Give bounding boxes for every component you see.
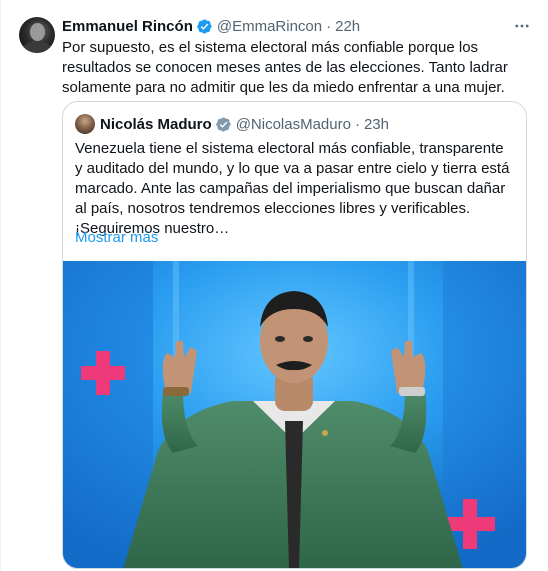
show-more-link[interactable]: Mostrar más	[75, 229, 158, 246]
author-name[interactable]: Emmanuel Rincón	[62, 18, 193, 35]
tweet[interactable]: Emmanuel Rincón @EmmaRincon · 22h Por su…	[0, 0, 548, 571]
tweet-time[interactable]: 22h	[335, 18, 360, 35]
more-options-icon[interactable]	[512, 16, 532, 36]
author-handle[interactable]: @EmmaRincon	[217, 18, 322, 35]
quoted-author-name: Nicolás Maduro	[100, 115, 212, 133]
quoted-tweet-time: 23h	[363, 115, 389, 133]
quoted-tweet-header: Nicolás Maduro @NicolasMaduro · 23h	[75, 114, 389, 134]
avatar-face	[30, 23, 45, 41]
verified-badge-icon	[197, 18, 212, 34]
quoted-author-avatar	[75, 114, 95, 134]
avatar-shoulder	[23, 41, 51, 53]
verified-badge-icon	[215, 116, 231, 132]
tweet-text: Por supuesto, es el sistema electoral má…	[62, 39, 508, 96]
more-dots-icon	[515, 24, 529, 28]
separator-dot: ·	[326, 17, 332, 35]
quoted-tweet-card[interactable]: Nicolás Maduro @NicolasMaduro · 23h Vene…	[62, 101, 527, 569]
quoted-tweet-image[interactable]	[63, 261, 526, 568]
quoted-tweet-text: Venezuela tiene el sistema electoral más…	[75, 140, 510, 237]
photo-illustration	[63, 261, 526, 568]
separator-dot: ·	[354, 115, 360, 133]
author-avatar[interactable]	[19, 17, 55, 53]
tweet-header: Emmanuel Rincón @EmmaRincon · 22h	[62, 16, 532, 36]
quoted-author-handle: @NicolasMaduro	[235, 115, 351, 133]
